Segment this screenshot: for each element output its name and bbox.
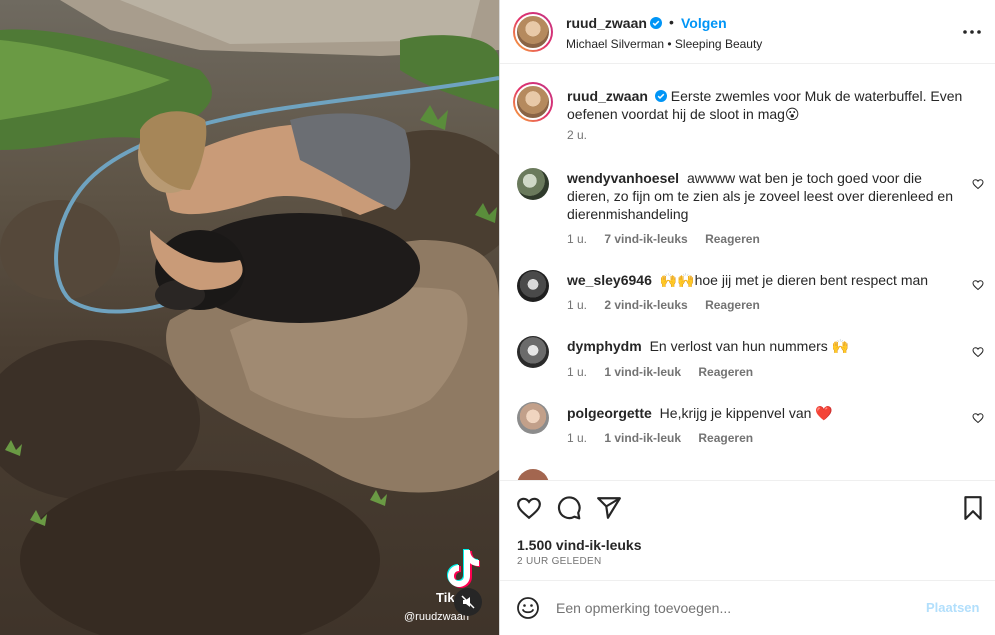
author-username[interactable]: ruud_zwaan — [566, 15, 647, 31]
comment-meta: 1 u. 7 vind-ik-leuks Reageren — [567, 232, 774, 246]
bookmark-icon[interactable] — [960, 495, 986, 521]
post-actions: 1.500 vind-ik-leuks 2 UUR GELEDEN — [500, 480, 995, 580]
comment-icon[interactable] — [556, 495, 582, 521]
post-comment-button[interactable]: Plaatsen — [926, 600, 979, 615]
music-info[interactable]: Michael Silverman • Sleeping Beauty — [566, 37, 762, 51]
reply-button[interactable]: Reageren — [705, 232, 760, 246]
caption-age: 2 u. — [567, 128, 588, 142]
comment-meta: 1 u. 2 vind-ik-leuks Reageren — [567, 298, 774, 312]
reply-button[interactable]: Reageren — [698, 365, 753, 379]
comment-username[interactable]: polgeorgette — [567, 405, 652, 421]
verified-badge-icon — [654, 90, 667, 102]
heart-icon[interactable] — [972, 178, 984, 190]
post-side-panel: ruud_zwaan • Volgen Michael Silverman • … — [499, 0, 995, 635]
comment-body: dymphydm En verlost van hun nummers 🙌 — [567, 337, 962, 355]
comment-username[interactable]: dymphydm — [567, 338, 642, 354]
comment-body: wendyvanhoesel awwww wat ben je toch goe… — [567, 169, 962, 223]
comment-username[interactable]: we_sley6946 — [567, 272, 652, 288]
comment-meta: 1 u. 1 vind-ik-leuk Reageren — [567, 365, 767, 379]
comment-meta: 1 u. 1 vind-ik-leuk Reageren — [567, 431, 767, 445]
heart-icon[interactable] — [972, 346, 984, 358]
comment-text: He,krijg je kippenvel van ❤️ — [659, 405, 833, 421]
muted-icon — [461, 595, 475, 609]
emoji-icon[interactable] — [516, 596, 540, 620]
comment-body: polgeorgette He,krijg je kippenvel van ❤… — [567, 404, 962, 422]
more-options-icon — [963, 30, 981, 34]
author-name[interactable]: ruud_zwaan — [566, 15, 662, 33]
post-header: ruud_zwaan • Volgen Michael Silverman • … — [500, 0, 995, 64]
comment-avatar[interactable] — [517, 336, 549, 368]
heart-icon[interactable] — [972, 279, 984, 291]
reply-button[interactable]: Reageren — [705, 298, 760, 312]
caption-avatar[interactable] — [513, 82, 553, 122]
comment-avatar[interactable] — [517, 469, 549, 480]
post-time: 2 UUR GELEDEN — [517, 556, 602, 567]
comment-likes[interactable]: 7 vind-ik-leuks — [604, 232, 687, 246]
comment-composer: Plaatsen — [500, 580, 995, 635]
video-frame — [0, 0, 499, 635]
more-options-button[interactable] — [962, 22, 982, 42]
comment-likes[interactable]: 2 vind-ik-leuks — [604, 298, 687, 312]
post-video[interactable]: Tik @ruudzwaan — [0, 0, 499, 635]
comment-likes[interactable]: 1 vind-ik-leuk — [604, 365, 681, 379]
heart-icon[interactable] — [972, 412, 984, 424]
comment-avatar[interactable] — [517, 270, 549, 302]
share-icon[interactable] — [596, 495, 622, 521]
caption: ruud_zwaan Eerste zwemles voor Muk de wa… — [567, 87, 967, 123]
reply-button[interactable]: Reageren — [698, 431, 753, 445]
verified-badge-icon — [649, 17, 662, 29]
likes-count[interactable]: 1.500 vind-ik-leuks — [517, 537, 642, 553]
comment-age: 1 u. — [567, 365, 588, 379]
heart-icon[interactable] — [516, 495, 542, 521]
comment-text: En verlost van hun nummers 🙌 — [649, 338, 850, 354]
comment-input[interactable] — [556, 597, 906, 619]
comment-avatar[interactable] — [517, 402, 549, 434]
comment-username[interactable]: wendyvanhoesel — [567, 170, 679, 186]
mute-button[interactable] — [454, 588, 482, 616]
comment-text: 🙌🙌hoe jij met je dieren bent respect man — [659, 272, 929, 288]
follow-button[interactable]: Volgen — [681, 15, 727, 31]
comments-list[interactable]: ruud_zwaan Eerste zwemles voor Muk de wa… — [500, 65, 995, 480]
tiktok-label: Tik — [436, 590, 455, 605]
author-avatar[interactable] — [513, 12, 553, 52]
caption-username[interactable]: ruud_zwaan — [567, 88, 648, 104]
comment-age: 1 u. — [567, 298, 588, 312]
caption-meta: 2 u. — [567, 128, 601, 142]
comment-avatar[interactable] — [517, 168, 549, 200]
comment-body: we_sley6946 🙌🙌hoe jij met je dieren bent… — [567, 271, 962, 289]
comment-age: 1 u. — [567, 431, 588, 445]
comment-age: 1 u. — [567, 232, 588, 246]
tiktok-logo-icon — [447, 549, 480, 588]
comment-likes[interactable]: 1 vind-ik-leuk — [604, 431, 681, 445]
separator-dot: • — [669, 14, 674, 30]
